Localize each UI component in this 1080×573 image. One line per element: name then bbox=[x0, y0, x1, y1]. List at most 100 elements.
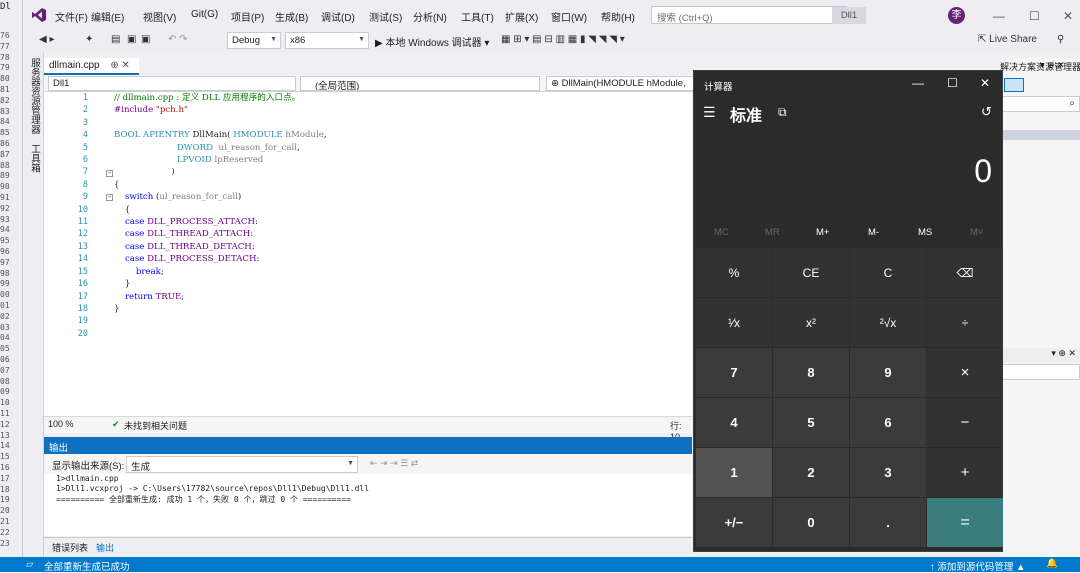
memory-button[interactable]: MC bbox=[714, 227, 729, 238]
calc-key-digit-6[interactable]: 6 bbox=[850, 398, 926, 447]
calc-key-digit-0[interactable]: 0 bbox=[773, 498, 849, 547]
panel-header-icons[interactable]: ▾ ⊕ ✕ bbox=[1040, 60, 1065, 71]
scope-nav-select[interactable]: (全局范围) bbox=[300, 76, 540, 91]
menu-item[interactable]: 项目(P) bbox=[231, 9, 264, 24]
calc-key-negate[interactable]: +/− bbox=[696, 498, 772, 547]
live-share-button[interactable]: ⇱ Live Share bbox=[978, 34, 1037, 45]
menu-item[interactable]: 文件(F) bbox=[55, 9, 88, 24]
calc-maximize-icon[interactable]: ☐ bbox=[947, 76, 958, 90]
output-toolbar-icons[interactable]: ⇤ ⇥ ⇥ ☰ ⇄ bbox=[370, 458, 418, 469]
issues-status[interactable]: 未找到相关问题 bbox=[124, 419, 187, 432]
menu-item[interactable]: 扩展(X) bbox=[505, 9, 538, 24]
background-line-number: 82 bbox=[0, 95, 10, 105]
menu-item[interactable]: Git(G) bbox=[191, 9, 218, 20]
memory-button[interactable]: M- bbox=[868, 227, 879, 238]
calc-key-add[interactable]: + bbox=[927, 448, 1003, 497]
calc-key-clear-entry[interactable]: CE bbox=[773, 248, 849, 297]
selected-row[interactable] bbox=[1000, 130, 1080, 140]
menu-item[interactable]: 编辑(E) bbox=[91, 9, 124, 24]
menu-item[interactable]: 分析(N) bbox=[413, 9, 447, 24]
properties-select[interactable] bbox=[1000, 364, 1080, 380]
calc-key-digit-8[interactable]: 8 bbox=[773, 348, 849, 397]
calc-key-clear[interactable]: C bbox=[850, 248, 926, 297]
menu-item[interactable]: 窗口(W) bbox=[551, 9, 587, 24]
menu-item[interactable]: 工具(T) bbox=[461, 9, 494, 24]
calc-key-digit-4[interactable]: 4 bbox=[696, 398, 772, 447]
code-editor[interactable]: 1 2 3 4 5 6 7 8 9 10 11 12 13 14 15 16 17 18 19 20 − − // d… bbox=[44, 92, 692, 416]
calc-close-icon[interactable]: ✕ bbox=[980, 76, 990, 90]
output-source-select[interactable]: 生成 ▼ bbox=[126, 456, 358, 473]
editor-status-strip: 100 % ✔ 未找到相关问题 行: 10 bbox=[44, 416, 692, 442]
notification-bell-icon[interactable]: 🔔 bbox=[1046, 558, 1058, 569]
output-text[interactable]: 1>dllmain.cpp 1>Dll1.vcxproj -> C:\Users\… bbox=[44, 474, 692, 536]
properties-header-icons[interactable]: ▾ ⊕ ✕ bbox=[1000, 348, 1080, 362]
hamburger-menu-icon[interactable]: ☰ bbox=[703, 104, 716, 121]
fold-icon[interactable]: − bbox=[106, 170, 113, 177]
minimize-icon[interactable]: — bbox=[993, 9, 1005, 23]
calc-key-equals[interactable]: = bbox=[927, 498, 1003, 547]
start-debug-button[interactable]: ▶ 本地 Windows 调试器 ▾ bbox=[375, 34, 489, 49]
calc-key-decimal[interactable]: . bbox=[850, 498, 926, 547]
close-icon[interactable]: ✕ bbox=[1063, 9, 1073, 23]
memory-button[interactable]: MR bbox=[765, 227, 780, 238]
menu-item[interactable]: 生成(B) bbox=[275, 9, 308, 24]
toolbar-icons[interactable]: ▦ ⊞ ▾ ▤ ⊟ ▥ ▦ ▮ ◥ ◥ ◥ ▾ bbox=[501, 34, 625, 45]
tab-dllmain-cpp[interactable]: dllmain.cpp ⊕ ✕ bbox=[44, 58, 139, 75]
save-icon[interactable]: ▣ bbox=[127, 34, 136, 45]
keep-on-top-icon[interactable]: ⧉ bbox=[778, 105, 787, 120]
fold-icon[interactable]: − bbox=[106, 194, 113, 201]
search-input[interactable]: 搜索 (Ctrl+Q)⌕ bbox=[651, 6, 847, 24]
toolbox-tab[interactable]: 工具箱 bbox=[27, 144, 41, 173]
feedback-icon[interactable]: ⚲ bbox=[1057, 34, 1064, 45]
config-select[interactable]: Debug ▼ bbox=[227, 32, 281, 49]
add-to-source-control-button[interactable]: ↑ 添加到源代码管理 ▲ bbox=[930, 559, 1025, 573]
config-value: Debug bbox=[232, 35, 260, 46]
calc-key-percent[interactable]: % bbox=[696, 248, 772, 297]
background-line-number: 76 bbox=[0, 31, 10, 40]
zoom-select[interactable]: 100 % bbox=[48, 419, 74, 429]
save-all-icon[interactable]: ▣ bbox=[141, 34, 150, 45]
calc-key-digit-1[interactable]: 1 bbox=[696, 448, 772, 497]
menu-item[interactable]: 视图(V) bbox=[143, 9, 176, 24]
server-explorer-tab[interactable]: 服务器资源管理器 bbox=[27, 58, 41, 134]
open-icon[interactable]: ▤ bbox=[111, 34, 120, 45]
menu-item[interactable]: 调试(D) bbox=[321, 9, 355, 24]
memory-button[interactable]: MS bbox=[918, 227, 932, 238]
avatar[interactable]: 李 bbox=[948, 7, 965, 24]
calc-key-subtract[interactable]: − bbox=[927, 398, 1003, 447]
back-icon[interactable]: ◀ ▸ bbox=[39, 34, 55, 45]
solution-search-input[interactable]: ⌕ bbox=[1000, 96, 1080, 112]
code-content[interactable]: // dllmain.cpp : 定义 DLL 应用程序的入口点。 #inclu… bbox=[114, 92, 327, 328]
tab-error-list[interactable]: 错误列表 bbox=[52, 541, 88, 554]
calc-key-digit-2[interactable]: 2 bbox=[773, 448, 849, 497]
member-nav-select[interactable]: ⊕ DllMain(HMODULE hModule, bbox=[546, 76, 694, 91]
calc-minimize-icon[interactable]: — bbox=[912, 76, 924, 90]
panel-button[interactable] bbox=[1004, 78, 1024, 92]
menu-item[interactable]: 帮助(H) bbox=[601, 9, 635, 24]
calc-key-square-root[interactable]: ²√x bbox=[850, 298, 926, 347]
tab-pin-close-icons[interactable]: ⊕ ✕ bbox=[110, 60, 130, 71]
line-number-gutter: 1 2 3 4 5 6 7 8 9 10 11 12 13 14 15 16 17 18 19 20 bbox=[74, 92, 88, 340]
calc-key-reciprocal[interactable]: ¹⁄x bbox=[696, 298, 772, 347]
maximize-icon[interactable]: ☐ bbox=[1029, 9, 1040, 23]
platform-select[interactable]: x86 ▼ bbox=[285, 32, 369, 49]
tab-output[interactable]: 输出 bbox=[96, 541, 114, 554]
memory-button[interactable]: M+ bbox=[816, 227, 829, 238]
calc-key-digit-5[interactable]: 5 bbox=[773, 398, 849, 447]
project-nav-select[interactable]: Dll1 bbox=[48, 76, 296, 91]
history-icon[interactable]: ↺ bbox=[981, 104, 992, 120]
calc-key-digit-3[interactable]: 3 bbox=[850, 448, 926, 497]
build-status-text: 全部重新生成已成功 bbox=[44, 562, 130, 573]
calc-key-digit-7[interactable]: 7 bbox=[696, 348, 772, 397]
calc-key-backspace[interactable]: ⌫ bbox=[927, 248, 1003, 297]
calc-key-square[interactable]: x² bbox=[773, 298, 849, 347]
chevron-down-icon: ▼ bbox=[358, 36, 365, 43]
memory-button[interactable]: M˅ bbox=[970, 227, 983, 238]
menu-item[interactable]: 测试(S) bbox=[369, 9, 402, 24]
calc-key-multiply[interactable]: × bbox=[927, 348, 1003, 397]
output-source-value: 生成 bbox=[131, 462, 151, 473]
undo-icon[interactable]: ↶ ↷ bbox=[168, 34, 188, 45]
new-project-icon[interactable]: ✦ bbox=[85, 34, 93, 45]
calc-key-digit-9[interactable]: 9 bbox=[850, 348, 926, 397]
calc-key-divide[interactable]: ÷ bbox=[927, 298, 1003, 347]
